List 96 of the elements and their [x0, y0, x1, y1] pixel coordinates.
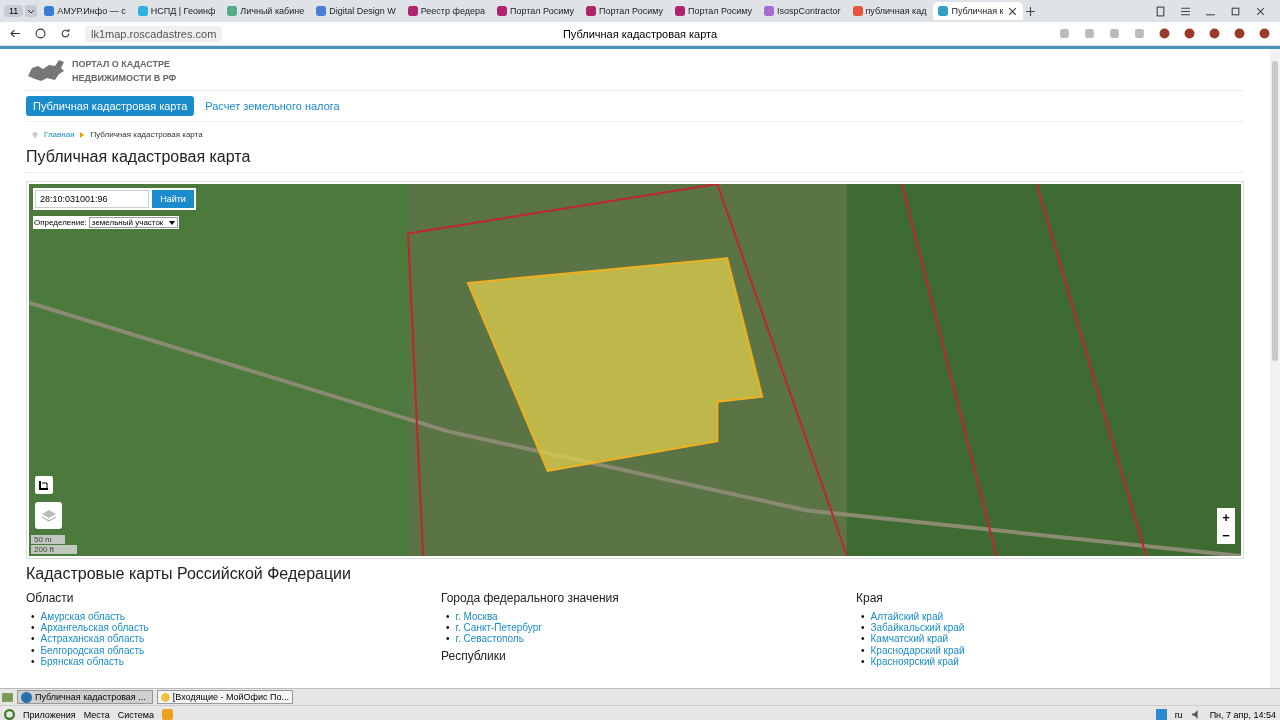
breadcrumb-link[interactable]: Главная: [44, 130, 75, 139]
caret-icon[interactable]: [169, 219, 176, 226]
column-heading: Республики: [441, 648, 507, 663]
region-link[interactable]: Белгородская область: [40, 644, 145, 656]
bullet: •: [861, 644, 865, 656]
taskbar-window[interactable]: Публичная кадастровая ...: [17, 690, 153, 704]
bullet: •: [31, 611, 35, 623]
browser-tab[interactable]: Портал Росиму: [491, 2, 579, 20]
bullet: •: [446, 611, 450, 623]
tray-app-icon[interactable]: [1155, 709, 1167, 720]
page-title: Публичная кадастровая карта: [562, 27, 718, 40]
site-favicon-icon: [407, 6, 418, 16]
fullscreen-button[interactable]: [35, 476, 53, 494]
page-heading: Публичная кадастровая карта: [26, 148, 1244, 173]
system-logo-icon[interactable]: [4, 709, 15, 720]
scrollbar-thumb[interactable]: [1272, 61, 1278, 361]
definition-label: Определение:: [34, 218, 87, 227]
close-icon[interactable]: [1006, 5, 1018, 17]
browser-tab[interactable]: АМУР.Инфо — с: [39, 2, 131, 20]
selected-parcel-drawing[interactable]: [466, 257, 764, 473]
tab-counter[interactable]: 11: [4, 5, 24, 17]
site-favicon-icon: [44, 6, 55, 16]
site-favicon-icon: [496, 6, 507, 16]
browser-tab[interactable]: Публичная к: [933, 2, 1023, 20]
bullet: •: [446, 622, 450, 634]
site-favicon-icon: [227, 6, 238, 16]
site-favicon-icon: [316, 6, 327, 16]
section-heading: Кадастровые карты Российской Федерации: [26, 565, 352, 583]
bullet: •: [861, 611, 865, 623]
browser-tab[interactable]: Личный кабине: [222, 2, 310, 20]
browser-tab[interactable]: Портал Росиму: [580, 2, 668, 20]
address-field[interactable]: lk1map.roscadastres.com: [85, 25, 223, 42]
region-link[interactable]: Забайкальский край: [870, 622, 965, 634]
scale-bar: 200 ft: [31, 545, 77, 554]
panel-menu[interactable]: Приложения: [23, 709, 76, 720]
bullet: •: [861, 633, 865, 645]
browser-tab[interactable]: публичная кад: [847, 2, 932, 20]
russia-map-icon: [26, 58, 66, 84]
nav-tab[interactable]: Публичная кадастровая карта: [26, 96, 195, 116]
bullet: •: [31, 655, 35, 667]
site-favicon-icon: [852, 6, 863, 16]
location-pin-icon: [32, 130, 38, 139]
reload-icon[interactable]: [60, 28, 71, 39]
column-heading: Города федерального значения: [441, 591, 620, 605]
site-favicon-icon: [137, 6, 148, 16]
region-link[interactable]: Камчатский край: [870, 633, 949, 645]
site-favicon-icon: [938, 6, 949, 16]
browser-tab[interactable]: IsospContractor: [758, 2, 846, 20]
region-link[interactable]: Брянская область: [40, 655, 124, 667]
region-link[interactable]: Амурская область: [40, 611, 125, 623]
column-heading: Края: [856, 591, 884, 605]
bullet: •: [31, 644, 35, 656]
browser-tab[interactable]: Реестр федера: [402, 2, 490, 20]
bullet: •: [861, 655, 865, 667]
browser-logo-icon[interactable]: [35, 28, 46, 39]
new-tab-icon[interactable]: [1024, 5, 1036, 17]
region-link[interactable]: г. Москва: [455, 611, 498, 623]
site-favicon-icon: [763, 6, 774, 16]
chevron-right-icon: [80, 131, 85, 138]
satellite-map-tile[interactable]: [29, 184, 1241, 556]
nav-tab[interactable]: Расчет земельного налога: [198, 96, 347, 116]
bullet: •: [446, 633, 450, 645]
back-arrow-icon[interactable]: [10, 28, 21, 39]
panel-menu[interactable]: Места: [83, 709, 110, 720]
region-link[interactable]: Астраханская область: [40, 633, 145, 645]
search-button[interactable]: Найти: [152, 190, 194, 208]
region-link[interactable]: г. Санкт-Петербург: [455, 622, 542, 634]
definition-dropdown[interactable]: земельный участок: [88, 217, 179, 228]
bullet: •: [31, 622, 35, 634]
bullet: •: [31, 633, 35, 645]
breadcrumb-current: Публичная кадастровая карта: [90, 130, 203, 139]
menu-icon[interactable]: [1180, 5, 1191, 17]
region-link[interactable]: Красноярский край: [870, 655, 959, 667]
keyboard-layout[interactable]: ru: [1174, 709, 1183, 720]
taskbar-window[interactable]: [Входящие - МойОфис По...: [157, 690, 293, 704]
cadastral-number-field[interactable]: 28:10:031001:96: [35, 190, 149, 208]
app-icon[interactable]: [21, 691, 32, 703]
clock[interactable]: Пн, 7 апр, 14:54: [1209, 709, 1276, 720]
bullet: •: [861, 622, 865, 634]
browser-tab[interactable]: Digital Design W: [311, 2, 401, 20]
column-heading: Области: [26, 591, 75, 605]
region-link[interactable]: Архангельская область: [40, 622, 149, 634]
browser-tab[interactable]: Портал Росиму: [669, 2, 757, 20]
region-link[interactable]: Алтайский край: [870, 611, 944, 623]
close-icon[interactable]: [1255, 5, 1266, 17]
browser-tab[interactable]: НСПД | Геоинф: [132, 2, 221, 20]
scale-bar: 50 m: [31, 535, 65, 544]
site-favicon-icon: [674, 6, 685, 16]
site-logo-text: ПОРТАЛ О КАДАСТРЕ НЕДВИЖИМОСТИ В РФ: [72, 58, 177, 85]
restore-icon[interactable]: [1230, 5, 1241, 17]
fullscreen-icon[interactable]: [39, 480, 49, 490]
site-favicon-icon: [585, 6, 596, 16]
region-link[interactable]: г. Севастополь: [455, 633, 524, 645]
show-desktop-icon[interactable]: [2, 691, 13, 703]
panel-menu[interactable]: Система: [117, 709, 155, 720]
region-link[interactable]: Краснодарский край: [870, 644, 965, 656]
